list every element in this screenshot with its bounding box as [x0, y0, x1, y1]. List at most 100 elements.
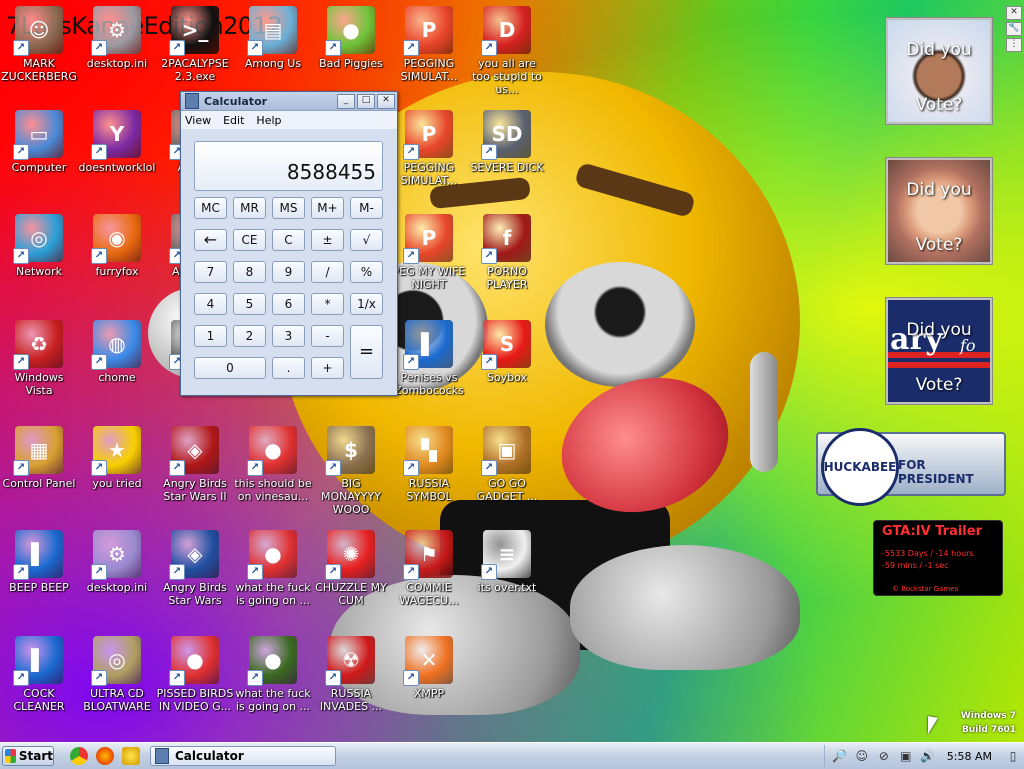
desktop-icon[interactable]: ● ↗ Bad Piggies — [312, 6, 390, 70]
memory-add-button[interactable]: M+ — [311, 197, 344, 219]
desktop-icon[interactable]: SD ↗ SEVERE DICK — [468, 110, 546, 174]
vote-gadget-1[interactable]: Did you Vote? — [886, 18, 992, 124]
clear-button[interactable]: C — [272, 229, 305, 251]
backspace-button[interactable]: ← — [194, 229, 227, 251]
clear-entry-button[interactable]: CE — [233, 229, 266, 251]
explorer-quicklaunch-icon[interactable] — [122, 747, 140, 765]
negate-button[interactable]: ± — [311, 229, 344, 251]
desktop-icon[interactable]: ≡ ↗ its over.txt — [468, 530, 546, 594]
s-logo-icon: S ↗ — [481, 320, 531, 370]
digit-2-button[interactable]: 2 — [233, 325, 266, 347]
desktop-icon[interactable]: ▦ ↗ Control Panel — [0, 426, 78, 490]
desktop-icon[interactable]: ◍ ↗ chome — [78, 320, 156, 384]
calculator-window[interactable]: Calculator _ □ ✕ View Edit Help 8588455 … — [180, 91, 398, 396]
desktop-icon-label: Windows Vista — [14, 371, 64, 397]
desktop-icon[interactable]: S ↗ Soybox — [468, 320, 546, 384]
multiply-button[interactable]: * — [311, 293, 344, 315]
smiley-icon[interactable]: ☺ — [854, 748, 870, 764]
add-button[interactable]: + — [311, 357, 344, 379]
vote-gadget-1-line1: Did you — [906, 40, 972, 60]
desktop-icon[interactable]: ★ ↗ you tried — [78, 426, 156, 490]
desktop-icon[interactable]: ☺ ↗ MARK ZUCKERBERG — [0, 6, 78, 83]
divide-button[interactable]: / — [311, 261, 344, 283]
percent-button[interactable]: % — [350, 261, 383, 283]
vote-gadget-3[interactable]: ary fo Did you Vote? — [886, 298, 992, 404]
desktop-icon[interactable]: ▚ ↗ RUSSIA SYMBOL — [390, 426, 468, 503]
speaker-icon[interactable]: 🔊 — [920, 748, 936, 764]
desktop-icon[interactable]: $ ↗ BIG MONAYYYY WOOO — [312, 426, 390, 516]
subtract-button[interactable]: - — [311, 325, 344, 347]
digit-8-button[interactable]: 8 — [233, 261, 266, 283]
firefox-quicklaunch-icon[interactable] — [96, 747, 114, 765]
desktop-icon[interactable]: ♻ ↗ Windows Vista — [0, 320, 78, 397]
blocked-icon[interactable]: ⊘ — [876, 748, 892, 764]
equals-button[interactable]: = — [350, 325, 383, 379]
desktop-icon[interactable]: D ↗ you all are too stupid to us... — [468, 6, 546, 96]
minimize-button[interactable]: _ — [337, 93, 355, 109]
desktop-icon[interactable]: ⚙ ↗ desktop.ini — [78, 530, 156, 594]
clock[interactable]: 5:58 AM — [947, 750, 992, 763]
desktop-icon[interactable]: ⚙ ↗ desktop.ini — [78, 6, 156, 70]
digit-6-button[interactable]: 6 — [272, 293, 305, 315]
taskbar-calculator-button[interactable]: Calculator — [150, 746, 336, 766]
gadget-drag-icon[interactable]: ⋮ — [1006, 38, 1022, 52]
desktop-icon[interactable]: ▤ ↗ Among Us — [234, 6, 312, 70]
huckabee-gadget[interactable]: HUCKABEE FOR PRESIDENT — [816, 428, 1006, 506]
gta-countdown-gadget[interactable]: GTA:IV Trailer -5533 Days / -14 hours -5… — [873, 520, 1003, 596]
desktop-icon[interactable]: f ↗ PORNO PLAYER — [468, 214, 546, 291]
close-button[interactable]: ✕ — [377, 93, 395, 109]
desktop-icon[interactable]: P ↗ PEG MY WIFE NIGHT — [390, 214, 468, 291]
desktop-icon[interactable]: ● ↗ what the fuck is going on ... — [234, 530, 312, 607]
desktop-icon[interactable]: ● ↗ PISSED BIRDS IN VIDEO G... — [156, 636, 234, 713]
digit-1-button[interactable]: 1 — [194, 325, 227, 347]
power-icon[interactable]: ▯ — [1005, 748, 1021, 764]
digit-4-button[interactable]: 4 — [194, 293, 227, 315]
start-button[interactable]: Start — [2, 746, 54, 766]
calculator-titlebar[interactable]: Calculator _ □ ✕ — [181, 92, 397, 111]
menu-view[interactable]: View — [185, 114, 211, 127]
memory-store-button[interactable]: MS — [272, 197, 305, 219]
vote-gadget-2[interactable]: Did you Vote? — [886, 158, 992, 264]
desktop-icon[interactable]: ☢ ↗ RUSSIA INVADES ... — [312, 636, 390, 713]
desktop-icon-label: you all are too stupid to us... — [472, 57, 542, 96]
desktop-icon[interactable]: ▌ ↗ BEEP BEEP — [0, 530, 78, 594]
desktop-icon[interactable]: P ↗ PEGGING SIMULAT... — [390, 6, 468, 83]
desktop-icon[interactable]: ▣ ↗ GO GO GADGET ... — [468, 426, 546, 503]
maximize-button[interactable]: □ — [357, 93, 375, 109]
desktop-icon[interactable]: ✕ ↗ XMPP — [390, 636, 468, 700]
desktop-icon[interactable]: ◈ ↗ Angry Birds Star Wars — [156, 530, 234, 607]
memory-subtract-button[interactable]: M- — [350, 197, 383, 219]
desktop-icon[interactable]: ◈ ↗ Angry Birds Star Wars II — [156, 426, 234, 503]
reciprocal-button[interactable]: 1/x — [350, 293, 383, 315]
menu-edit[interactable]: Edit — [223, 114, 244, 127]
desktop-icon[interactable]: P ↗ PEGGING SIMULAT... — [390, 110, 468, 187]
network-icon[interactable]: ▣ — [898, 748, 914, 764]
square-root-button[interactable]: √ — [350, 229, 383, 251]
desktop-icon[interactable]: ⚑ ↗ COMMIE WAGECU... — [390, 530, 468, 607]
desktop-icon[interactable]: ✺ ↗ CHUZZLE MY CUM — [312, 530, 390, 607]
desktop-icon[interactable]: >_ ↗ 2PACALYPSE 2.3.exe — [156, 6, 234, 83]
memory-clear-button[interactable]: MC — [194, 197, 227, 219]
menu-help[interactable]: Help — [256, 114, 281, 127]
desktop-icon[interactable]: ◎ ↗ Network — [0, 214, 78, 278]
desktop-icon[interactable]: ▌ ↗ Penises vs Zombococks — [390, 320, 468, 397]
digit-0-button[interactable]: 0 — [194, 357, 266, 379]
digit-5-button[interactable]: 5 — [233, 293, 266, 315]
memory-recall-button[interactable]: MR — [233, 197, 266, 219]
digit-7-button[interactable]: 7 — [194, 261, 227, 283]
digit-3-button[interactable]: 3 — [272, 325, 305, 347]
desktop-icon[interactable]: ● ↗ this should be on vinesau... — [234, 426, 312, 503]
chrome-quicklaunch-icon[interactable] — [70, 747, 88, 765]
desktop-icon[interactable]: ◉ ↗ furryfox — [78, 214, 156, 278]
desktop-icon[interactable]: ◎ ↗ ULTRA CD BLOATWARE — [78, 636, 156, 713]
gadget-close-icon[interactable]: ✕ — [1006, 6, 1022, 20]
gadget-options-icon[interactable]: 🔧 — [1006, 22, 1022, 36]
settings-file-icon: ⚙ ↗ — [91, 530, 141, 580]
decimal-button[interactable]: . — [272, 357, 305, 379]
desktop-icon[interactable]: Y ↗ doesntworklol — [78, 110, 156, 174]
desktop-icon[interactable]: ▌ ↗ COCK CLEANER — [0, 636, 78, 713]
digit-9-button[interactable]: 9 — [272, 261, 305, 283]
desktop-icon[interactable]: ▭ ↗ Computer — [0, 110, 78, 174]
desktop-icon[interactable]: ● ↗ what the fuck is going on ... — [234, 636, 312, 713]
search-icon[interactable]: 🔎 — [832, 748, 848, 764]
